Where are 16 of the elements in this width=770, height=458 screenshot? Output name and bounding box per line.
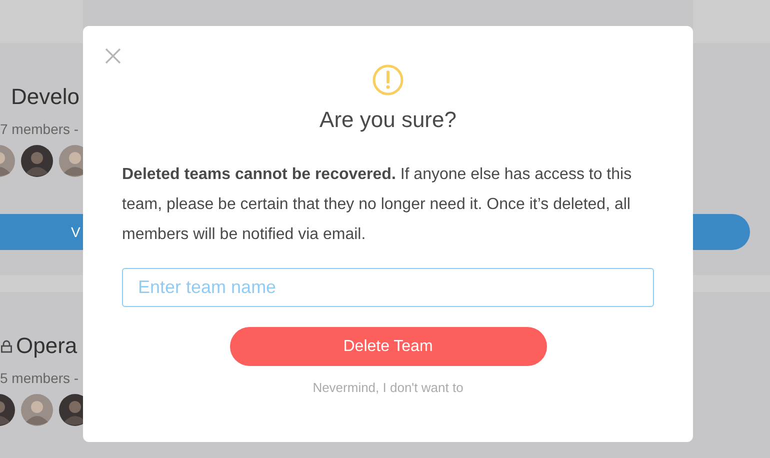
avatar bbox=[21, 145, 53, 177]
view-button[interactable] bbox=[693, 214, 750, 250]
view-button[interactable]: V bbox=[0, 214, 83, 250]
member-count: 5 members - bbox=[0, 368, 79, 388]
delete-team-button[interactable]: Delete Team bbox=[230, 327, 546, 366]
close-button[interactable] bbox=[104, 47, 122, 65]
warning-icon bbox=[372, 64, 404, 96]
close-icon bbox=[105, 48, 121, 64]
dialog-title: Are you sure? bbox=[320, 106, 456, 134]
team-title: Develo bbox=[11, 83, 80, 111]
avatar bbox=[21, 394, 53, 426]
team-title: Opera bbox=[16, 332, 78, 360]
team-name-field[interactable]: Enter team name bbox=[122, 268, 654, 307]
dialog-message: Deleted teams cannot be recovered. If anyone else has access to this team, please be certain that they no longer need it. Once it’s deleted, all members will be notified via email. bbox=[122, 165, 633, 245]
cancel-link[interactable]: Nevermind, I don't want to bbox=[312, 378, 464, 398]
member-count: 7 members - bbox=[0, 120, 79, 138]
